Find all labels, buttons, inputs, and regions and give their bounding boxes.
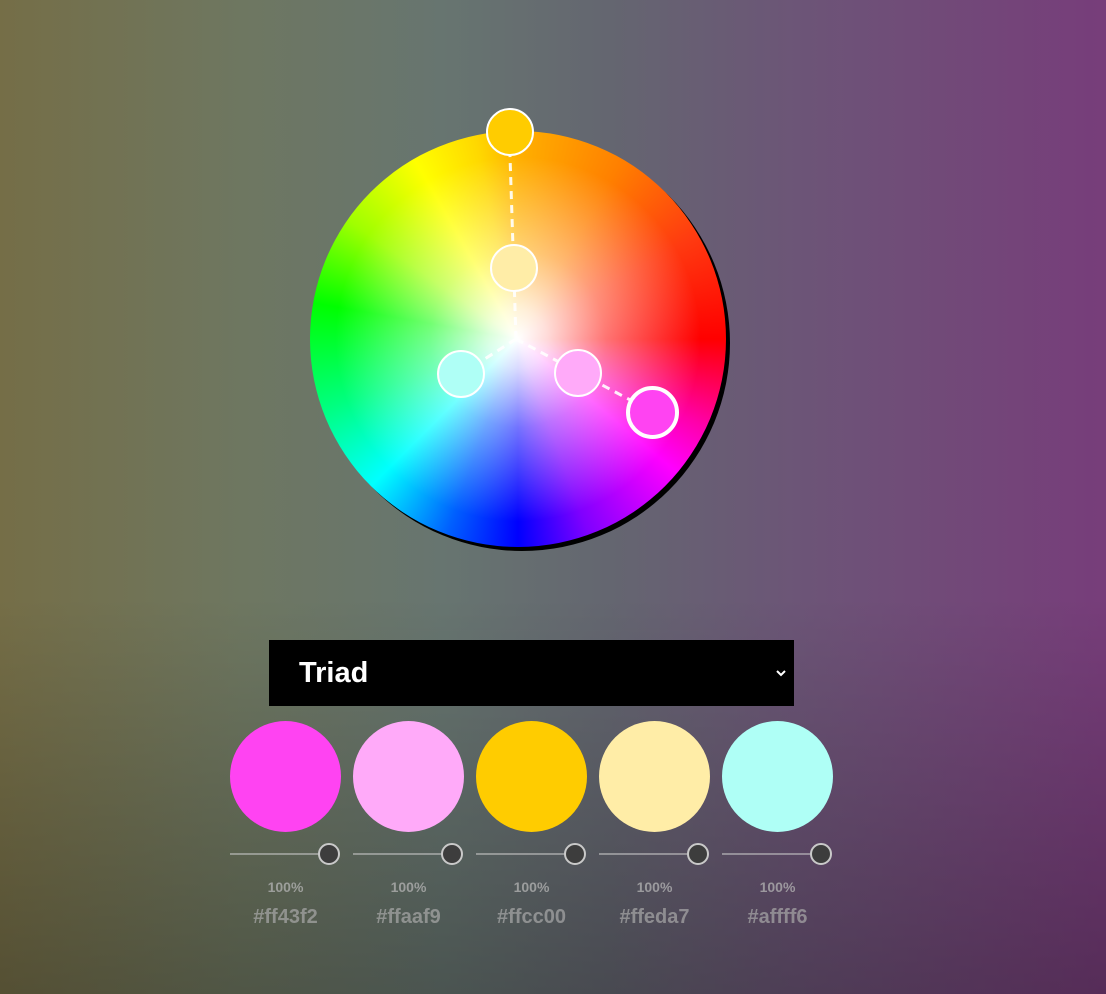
connector-line-left <box>479 337 517 364</box>
hex-value[interactable]: #affff6 <box>722 906 833 929</box>
slider-thumb[interactable] <box>564 843 586 865</box>
slider-track <box>230 853 329 855</box>
chevron-down-icon <box>776 670 786 677</box>
wheel-handle-light-pink[interactable] <box>554 349 602 397</box>
slider-track <box>476 853 575 855</box>
harmony-connector-lines <box>479 155 635 404</box>
swatch-row: 100% #ff43f2 100% #ffaaf9 100% #ffcc00 1… <box>230 721 850 941</box>
color-swatch[interactable] <box>353 721 464 832</box>
wheel-handle-light-cyan[interactable] <box>437 350 485 398</box>
color-wheel-area <box>0 0 1106 600</box>
opacity-slider[interactable] <box>722 843 833 867</box>
opacity-percent: 100% <box>513 879 550 895</box>
slider-thumb[interactable] <box>687 843 709 865</box>
opacity-slider[interactable] <box>353 843 464 867</box>
hex-value[interactable]: #ffaaf9 <box>353 906 464 929</box>
harmony-select[interactable]: Triad <box>269 640 794 706</box>
hex-value[interactable]: #ff43f2 <box>230 906 341 929</box>
wheel-handle-magenta-active[interactable] <box>626 386 679 439</box>
color-swatch[interactable] <box>599 721 710 832</box>
slider-track <box>353 853 452 855</box>
color-swatch[interactable] <box>230 721 341 832</box>
slider-thumb[interactable] <box>441 843 463 865</box>
wheel-handle-light-yellow[interactable] <box>490 244 538 292</box>
opacity-percent: 100% <box>267 879 304 895</box>
color-swatch[interactable] <box>722 721 833 832</box>
slider-thumb[interactable] <box>318 843 340 865</box>
hex-value[interactable]: #ffeda7 <box>599 906 710 929</box>
opacity-percent: 100% <box>390 879 427 895</box>
harmony-select-value: Triad <box>299 657 369 689</box>
wheel-handle-yellow[interactable] <box>486 108 534 156</box>
slider-track <box>722 853 821 855</box>
opacity-slider[interactable] <box>599 843 710 867</box>
color-swatch[interactable] <box>476 721 587 832</box>
opacity-slider[interactable] <box>476 843 587 867</box>
opacity-slider[interactable] <box>230 843 341 867</box>
opacity-percent: 100% <box>636 879 673 895</box>
slider-thumb[interactable] <box>810 843 832 865</box>
slider-track <box>599 853 698 855</box>
hex-value[interactable]: #ffcc00 <box>476 906 587 929</box>
opacity-percent: 100% <box>759 879 796 895</box>
